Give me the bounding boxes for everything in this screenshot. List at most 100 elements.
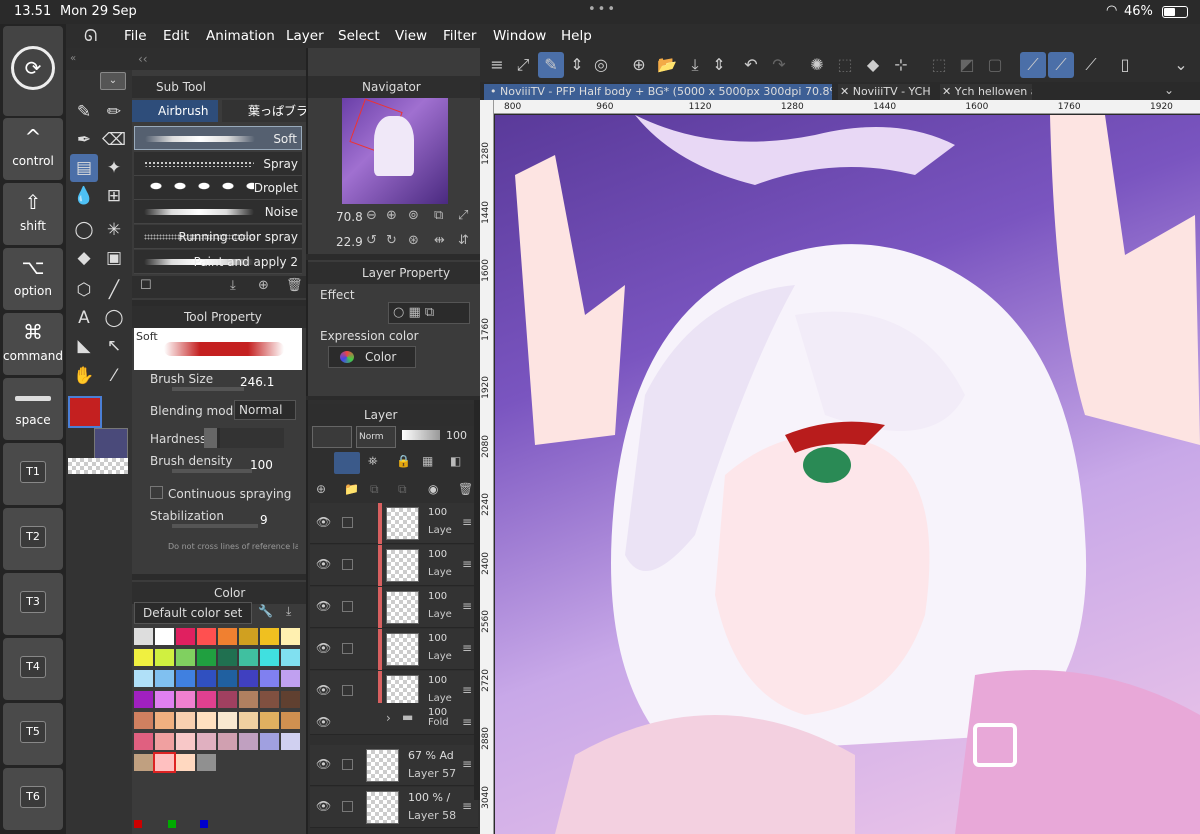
save-icon[interactable]: ⤓ xyxy=(682,52,708,78)
transparent-color-swatch[interactable] xyxy=(68,458,128,474)
pen-tool-icon[interactable]: ✎ xyxy=(70,98,98,126)
new-folder-icon[interactable]: 📁 xyxy=(344,482,359,496)
palette-swatch[interactable] xyxy=(197,628,216,645)
blend-tool-icon[interactable]: 💧 xyxy=(70,182,98,210)
palette-swatch[interactable] xyxy=(153,752,176,773)
layer-row[interactable]: 👁 100 Laye ≡ xyxy=(310,587,478,628)
gradient-tool-icon[interactable]: ▣ xyxy=(100,244,128,272)
pencil-tool-icon[interactable]: ✏ xyxy=(100,98,128,126)
eye-icon[interactable]: 👁 xyxy=(316,641,331,655)
eye-icon[interactable]: 👁 xyxy=(316,715,331,729)
tabs-dropdown-icon[interactable]: ⌄ xyxy=(1164,83,1174,97)
palette-swatch[interactable] xyxy=(239,712,258,729)
subtool-collapse[interactable]: ‹‹ xyxy=(132,48,306,70)
layer-mask-toggle-icon[interactable]: ◧ xyxy=(450,454,461,468)
subtool-item-running-color-spray[interactable]: Running color spray xyxy=(134,225,302,249)
eye-icon[interactable]: 👁 xyxy=(316,757,331,771)
layer-checkbox[interactable] xyxy=(342,685,353,696)
brush-tool-icon[interactable]: ✒ xyxy=(70,126,98,154)
navigator-zoom[interactable]: 70.8 xyxy=(336,210,363,224)
subtool-item-spray[interactable]: Spray xyxy=(134,152,302,176)
t1-key[interactable]: T1 xyxy=(3,443,63,505)
palette-swatch[interactable] xyxy=(281,670,300,687)
actual-size-icon[interactable]: ⊚ xyxy=(408,208,419,223)
chevron-updown-icon[interactable]: ⇕ xyxy=(564,52,590,78)
clip-layer-icon[interactable] xyxy=(334,452,360,474)
fit-window-icon[interactable]: ⧉ xyxy=(434,208,443,223)
palette-swatch[interactable] xyxy=(197,733,216,750)
transform-icon[interactable]: ⊹ xyxy=(888,52,914,78)
palette-swatch[interactable] xyxy=(155,691,174,708)
brush-density-slider[interactable] xyxy=(172,469,252,473)
t6-key[interactable]: T6 xyxy=(3,768,63,830)
palette-swatch[interactable] xyxy=(218,670,237,687)
sub-color-swatch[interactable] xyxy=(94,428,128,460)
layer-menu-icon[interactable]: ≡ xyxy=(462,799,472,813)
mask-icon[interactable]: ◉ xyxy=(428,482,438,496)
smartphone-icon[interactable]: ▯ xyxy=(1112,52,1138,78)
eraser-tool-icon[interactable]: ⌫ xyxy=(100,126,128,154)
selection-border-icon[interactable]: ▢ xyxy=(982,52,1008,78)
palette-swatch[interactable] xyxy=(281,649,300,666)
layer-menu-icon[interactable]: ≡ xyxy=(462,715,472,729)
3d-object-icon[interactable]: ⬡ xyxy=(70,276,98,304)
layer-opacity-slider[interactable] xyxy=(402,430,440,440)
palette-swatch[interactable] xyxy=(134,691,153,708)
palette-swatch[interactable] xyxy=(134,670,153,687)
zoom-in-icon[interactable]: ⊕ xyxy=(386,208,397,223)
palette-swatch[interactable] xyxy=(239,691,258,708)
fullscreen-icon[interactable]: ⤢ xyxy=(510,52,536,78)
flip-horizontal-icon[interactable]: ⇹ xyxy=(434,233,445,248)
palette-swatch[interactable] xyxy=(239,649,258,666)
eye-icon[interactable]: 👁 xyxy=(316,557,331,571)
subtool-item-droplet[interactable]: Droplet xyxy=(134,176,302,200)
menu-window[interactable]: Window xyxy=(493,28,546,44)
frame-tool-icon[interactable]: ⊞ xyxy=(100,182,128,210)
palette-swatch[interactable] xyxy=(176,691,195,708)
color-set-select[interactable]: Default color set xyxy=(134,602,252,624)
palette-swatch[interactable] xyxy=(197,649,216,666)
palette-swatch[interactable] xyxy=(281,691,300,708)
palette-swatch[interactable] xyxy=(218,733,237,750)
reset-rotation-icon[interactable]: ⊛ xyxy=(408,233,419,248)
rotate-left-icon[interactable]: ↺ xyxy=(366,233,377,248)
layer-checkbox[interactable] xyxy=(342,559,353,570)
layer-row[interactable]: 👁 100 Laye ≡ xyxy=(310,503,478,544)
flip-vertical-icon[interactable]: ⇵ xyxy=(458,233,469,248)
open-file-icon[interactable]: 📂 xyxy=(654,52,680,78)
stabilization-value[interactable]: 9 xyxy=(260,513,268,527)
palette-swatch[interactable] xyxy=(197,712,216,729)
palette-swatch[interactable] xyxy=(218,712,237,729)
navigator-thumbnail[interactable] xyxy=(342,98,448,204)
palette-swatch[interactable] xyxy=(134,712,153,729)
zoom-out-icon[interactable]: ⊖ xyxy=(366,208,377,223)
eye-icon[interactable]: 👁 xyxy=(316,515,331,529)
ruler-snap-icon[interactable]: ⟋ xyxy=(1020,52,1046,78)
lock-transparency-icon[interactable]: ▦ xyxy=(422,454,433,468)
palette-swatch[interactable] xyxy=(134,649,153,666)
palette-swatch[interactable] xyxy=(155,628,174,645)
palette-swatch[interactable] xyxy=(260,649,279,666)
palette-swatch[interactable] xyxy=(176,628,195,645)
layer-row[interactable]: 👁 100 Laye ≡ xyxy=(310,629,478,670)
fill-layer-icon[interactable]: ◆ xyxy=(860,52,886,78)
layer-checkbox[interactable] xyxy=(342,601,353,612)
add-subtool-icon[interactable]: ⊕ xyxy=(258,278,269,293)
app-logo-button[interactable]: ⟳ xyxy=(3,26,63,116)
palette-swatch[interactable] xyxy=(281,712,300,729)
operation-tool-icon[interactable]: ↖ xyxy=(100,332,128,360)
palette-swatch[interactable] xyxy=(155,733,174,750)
loading-icon[interactable]: ✺ xyxy=(804,52,830,78)
palette-swatch[interactable] xyxy=(197,691,216,708)
trash-icon[interactable]: 🗑 xyxy=(286,278,303,293)
palette-swatch[interactable] xyxy=(155,649,174,666)
option-key[interactable]: ⌥ option xyxy=(3,248,63,310)
menu-edit[interactable]: Edit xyxy=(163,28,189,44)
layer-opacity-value[interactable]: 100 xyxy=(446,429,467,442)
continuous-spraying-checkbox[interactable] xyxy=(150,486,163,499)
layer-scrollbar[interactable] xyxy=(474,400,480,800)
new-layer-icon[interactable]: ⊕ xyxy=(316,482,326,496)
blending-mode-select[interactable]: Normal xyxy=(234,400,296,420)
palette-swatch[interactable] xyxy=(155,712,174,729)
palette-swatch[interactable] xyxy=(260,733,279,750)
